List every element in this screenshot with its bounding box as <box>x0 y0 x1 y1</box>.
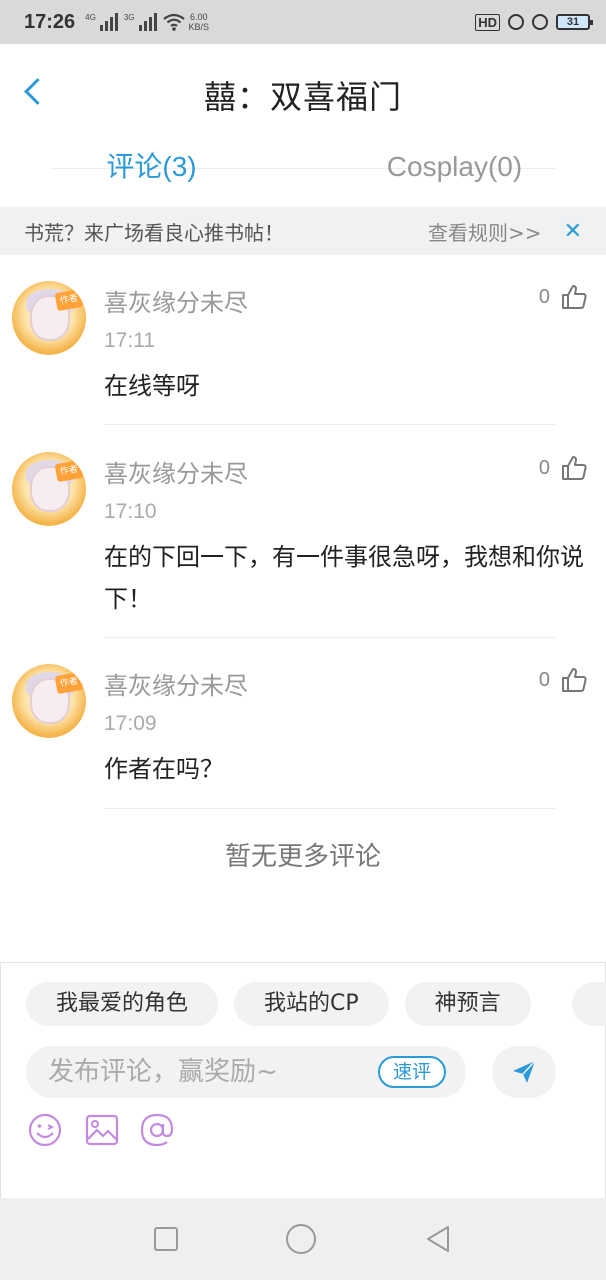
comment-item: 作者 喜灰缘分未尽 17:10 在的下回一下，有一件事很急呀，我想和你说下！ 0 <box>0 426 606 638</box>
send-icon <box>513 1060 536 1083</box>
page-title: 囍：双喜福门 <box>203 78 402 116</box>
net-speed-value: 6.00 <box>189 12 208 22</box>
panel-border-left <box>0 962 1 1198</box>
send-button[interactable] <box>492 1046 556 1098</box>
hd-icon: HD <box>475 13 500 31</box>
avatar[interactable]: 作者 <box>12 664 86 738</box>
comment-input[interactable] <box>48 1046 368 1098</box>
panel-border-top <box>0 962 606 963</box>
alarm-icon <box>532 14 548 30</box>
quick-tag-list: 我最爱的角色 我站的CP 神预言 <box>26 982 531 1026</box>
comment-time: 17:10 <box>104 500 157 523</box>
comment-author[interactable]: 喜灰缘分未尽 <box>104 666 248 701</box>
comment-text: 作者在吗？ <box>104 755 224 783</box>
comment-time: 17:11 <box>104 329 155 352</box>
lock-rotation-icon <box>508 14 524 30</box>
image-icon[interactable] <box>84 1112 120 1148</box>
recent-apps-icon[interactable] <box>154 1227 178 1251</box>
wifi-icon <box>162 13 185 31</box>
net-speed-unit: KB/S <box>188 22 210 32</box>
like-count: 0 <box>538 668 550 691</box>
author-badge: 作者 <box>54 288 84 312</box>
close-icon[interactable]: ✕ <box>564 219 582 244</box>
status-bar: 17:26 4G 3G 6.00 KB/S HD 31 <box>0 0 606 44</box>
like-count: 0 <box>538 456 550 479</box>
thumbs-up-icon <box>562 285 587 309</box>
net-speed: 6.00 KB/S <box>189 12 210 32</box>
no-more-comments: 暂无更多评论 <box>224 842 381 872</box>
at-icon[interactable] <box>139 1112 175 1148</box>
author-badge: 作者 <box>54 671 84 695</box>
signal-4g-icon: 4G <box>85 13 118 31</box>
quick-tag-chip[interactable]: 我站的CP <box>234 982 389 1026</box>
notice-text: 书荒？来广场看良心推书帖！ <box>24 220 284 245</box>
emoji-icon[interactable] <box>27 1112 63 1148</box>
back-triangle-icon[interactable] <box>424 1224 452 1254</box>
like-count: 0 <box>538 285 550 308</box>
thumbs-up-icon <box>562 668 587 692</box>
tab-cosplay[interactable]: Cosplay(0) <box>303 126 606 206</box>
system-nav-bar <box>0 1198 606 1280</box>
quick-tag-chip[interactable]: 我最爱的角色 <box>26 982 219 1026</box>
home-icon[interactable] <box>286 1224 316 1254</box>
battery-icon: 31 <box>556 14 593 30</box>
signal-4g-label: 4G <box>85 13 96 22</box>
comment-time: 17:09 <box>104 712 157 735</box>
view-rules-link[interactable]: 查看规则>> <box>428 217 542 246</box>
comment-text: 在的下回一下，有一件事很急呀，我想和你说下！ <box>104 543 584 613</box>
avatar[interactable]: 作者 <box>12 452 86 526</box>
comment-author[interactable]: 喜灰缘分未尽 <box>104 454 248 489</box>
quick-tag-chip[interactable]: 神预言 <box>404 982 531 1026</box>
notice-bar[interactable]: 书荒？来广场看良心推书帖！ 查看规则>> ✕ <box>0 207 606 255</box>
comment-divider <box>104 424 556 425</box>
status-right-icons: HD 31 <box>475 13 593 31</box>
tab-comments[interactable]: 评论(3) <box>0 126 303 206</box>
like-button[interactable]: 0 <box>539 454 588 482</box>
comment-input-wrapper: 速评 <box>26 1046 466 1098</box>
signal-3g-icon: 3G <box>124 13 157 31</box>
thumbs-up-icon <box>562 456 587 480</box>
comment-item: 作者 喜灰缘分未尽 17:11 在线等呀 0 <box>0 255 606 425</box>
comment-item: 作者 喜灰缘分未尽 17:09 作者在吗？ 0 <box>0 638 606 810</box>
quick-review-button[interactable]: 速评 <box>378 1056 446 1088</box>
comment-divider <box>104 808 556 809</box>
signal-3g-label: 3G <box>123 13 135 22</box>
like-button[interactable]: 0 <box>539 666 588 694</box>
comment-text: 在线等呀 <box>104 372 200 400</box>
like-button[interactable]: 0 <box>539 283 588 311</box>
author-badge: 作者 <box>54 459 84 483</box>
tab-bar: 评论(3) Cosplay(0) <box>0 126 606 206</box>
quick-tag-chip-partial[interactable] <box>572 982 606 1026</box>
comment-author[interactable]: 喜灰缘分未尽 <box>104 283 248 318</box>
status-time: 17:26 <box>24 10 76 33</box>
avatar[interactable]: 作者 <box>12 281 86 355</box>
